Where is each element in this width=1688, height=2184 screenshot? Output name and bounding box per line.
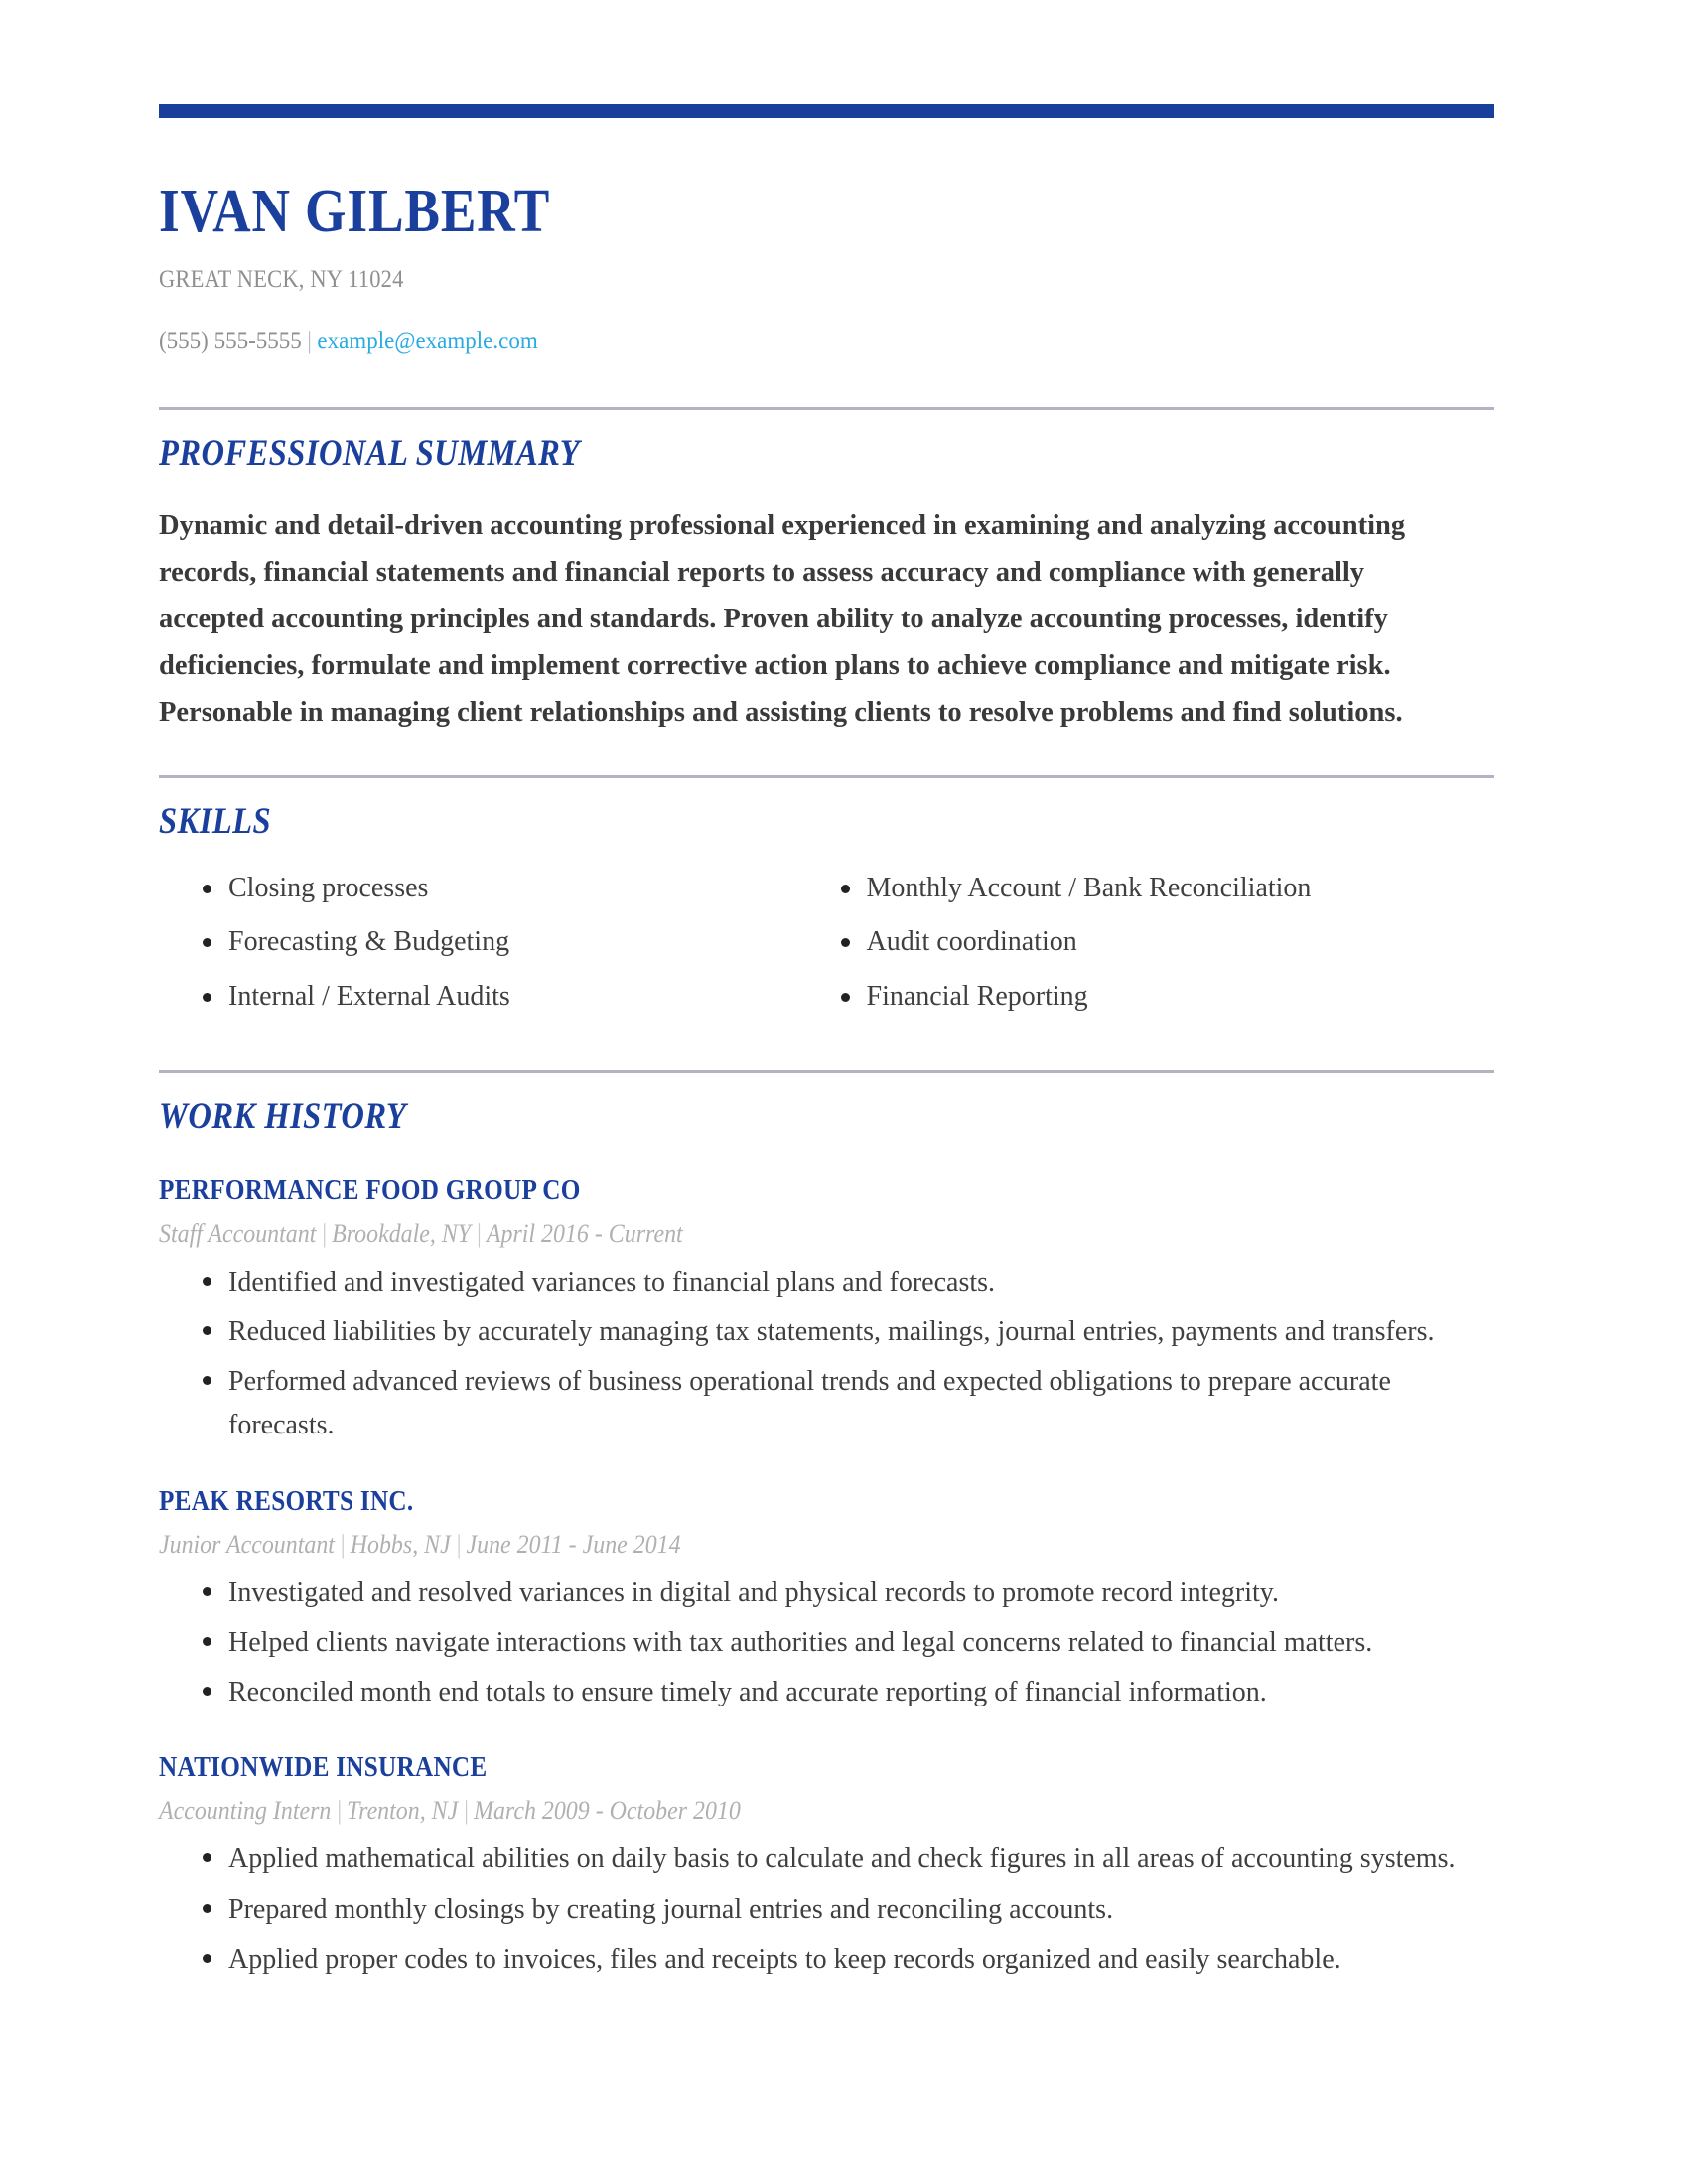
skills-grid: Closing processes Forecasting & Budgetin… [159, 873, 1494, 1034]
list-item: Internal / External Audits [199, 981, 827, 1013]
list-item: Helped clients navigate interactions wit… [199, 1621, 1494, 1665]
job-location: Hobbs, NJ [350, 1529, 451, 1559]
list-item: Reduced liabilities by accurately managi… [199, 1310, 1494, 1354]
section-skills: SKILLS Closing processes Forecasting & B… [159, 775, 1494, 1034]
meta-separator: | [455, 1529, 462, 1559]
meta-separator: | [462, 1796, 470, 1826]
phone-number: (555) 555-5555 [159, 328, 302, 355]
job-bullet-list: Investigated and resolved variances in d… [159, 1571, 1494, 1715]
job-meta: Junior Accountant | Hobbs, NJ | June 2011 - … [159, 1530, 1387, 1560]
list-item: Applied proper codes to invoices, files … [199, 1938, 1494, 1981]
list-item: Closing processes [199, 873, 827, 904]
skills-column-right: Monthly Account / Bank Reconciliation Au… [827, 873, 1495, 1034]
job-role: Junior Accountant [159, 1529, 335, 1559]
job-company-name: NATIONWIDE INSURANCE [159, 1752, 488, 1784]
meta-separator: | [475, 1218, 483, 1248]
job-entry: NATIONWIDE INSURANCE Accounting Intern | T… [159, 1752, 1494, 1981]
job-location: Brookdale, NY [332, 1218, 472, 1248]
list-item: Financial Reporting [837, 981, 1495, 1013]
job-location: Trenton, NJ [347, 1796, 459, 1826]
contact-separator: | [307, 328, 312, 355]
section-work-history: WORK HISTORY PERFORMANCE FOOD GROUP CO S… [159, 1069, 1494, 1981]
meta-separator: | [320, 1218, 328, 1248]
list-item: Identified and investigated variances to… [199, 1261, 1494, 1304]
job-bullet-list: Applied mathematical abilities on daily … [159, 1838, 1494, 1981]
job-company-name: PEAK RESORTS INC. [159, 1485, 414, 1517]
list-item: Performed advanced reviews of business o… [199, 1360, 1494, 1447]
list-item: Investigated and resolved variances in d… [199, 1571, 1494, 1615]
email-link[interactable]: example@example.com [317, 328, 537, 354]
job-meta: Staff Accountant | Brookdale, NY | April 201… [159, 1219, 1387, 1249]
job-dates: April 2016 - Current [486, 1218, 683, 1248]
job-role: Accounting Intern [159, 1796, 332, 1826]
job-entry: PEAK RESORTS INC. Junior Accountant | Hobb… [159, 1486, 1494, 1715]
meta-separator: | [339, 1529, 347, 1559]
job-dates: June 2011 - June 2014 [466, 1529, 681, 1559]
section-title-skills: SKILLS [159, 801, 272, 843]
list-item: Applied mathematical abilities on daily … [199, 1838, 1494, 1881]
job-meta: Accounting Intern | Trenton, NJ | March 2009… [159, 1796, 1387, 1826]
list-item: Prepared monthly closings by creating jo… [199, 1888, 1494, 1932]
job-role: Staff Accountant [159, 1218, 317, 1248]
top-accent-bar [159, 104, 1494, 118]
contact-line: (555) 555-5555 | example@example.com [159, 328, 1387, 355]
candidate-name: IVAN GILBERT [159, 178, 551, 245]
resume-content: IVAN GILBERT GREAT NECK, NY 11024 (555) … [159, 0, 1494, 1987]
meta-separator: | [335, 1796, 343, 1826]
section-professional-summary: PROFESSIONAL SUMMARY Dynamic and detail-… [159, 407, 1494, 736]
candidate-address: GREAT NECK, NY 11024 [159, 266, 404, 294]
professional-summary-text: Dynamic and detail-driven accounting pro… [159, 510, 1406, 729]
job-company-name: PERFORMANCE FOOD GROUP CO [159, 1174, 581, 1206]
list-item: Audit coordination [837, 926, 1495, 958]
section-title-professional-summary: PROFESSIONAL SUMMARY [159, 433, 581, 475]
resume-header: IVAN GILBERT GREAT NECK, NY 11024 (555) … [159, 118, 1494, 355]
section-divider [159, 775, 1494, 779]
resume-page: IVAN GILBERT GREAT NECK, NY 11024 (555) … [0, 0, 1688, 2184]
section-title-work-history: WORK HISTORY [159, 1095, 407, 1137]
job-bullet-list: Identified and investigated variances to… [159, 1261, 1494, 1448]
section-divider [159, 1069, 1494, 1073]
job-entry: PERFORMANCE FOOD GROUP CO Staff Accounta… [159, 1175, 1494, 1448]
skills-column-left: Closing processes Forecasting & Budgetin… [159, 873, 827, 1034]
section-divider [159, 407, 1494, 411]
list-item: Monthly Account / Bank Reconciliation [837, 873, 1495, 904]
list-item: Forecasting & Budgeting [199, 926, 827, 958]
list-item: Reconciled month end totals to ensure ti… [199, 1671, 1494, 1714]
job-dates: March 2009 - October 2010 [474, 1796, 741, 1826]
